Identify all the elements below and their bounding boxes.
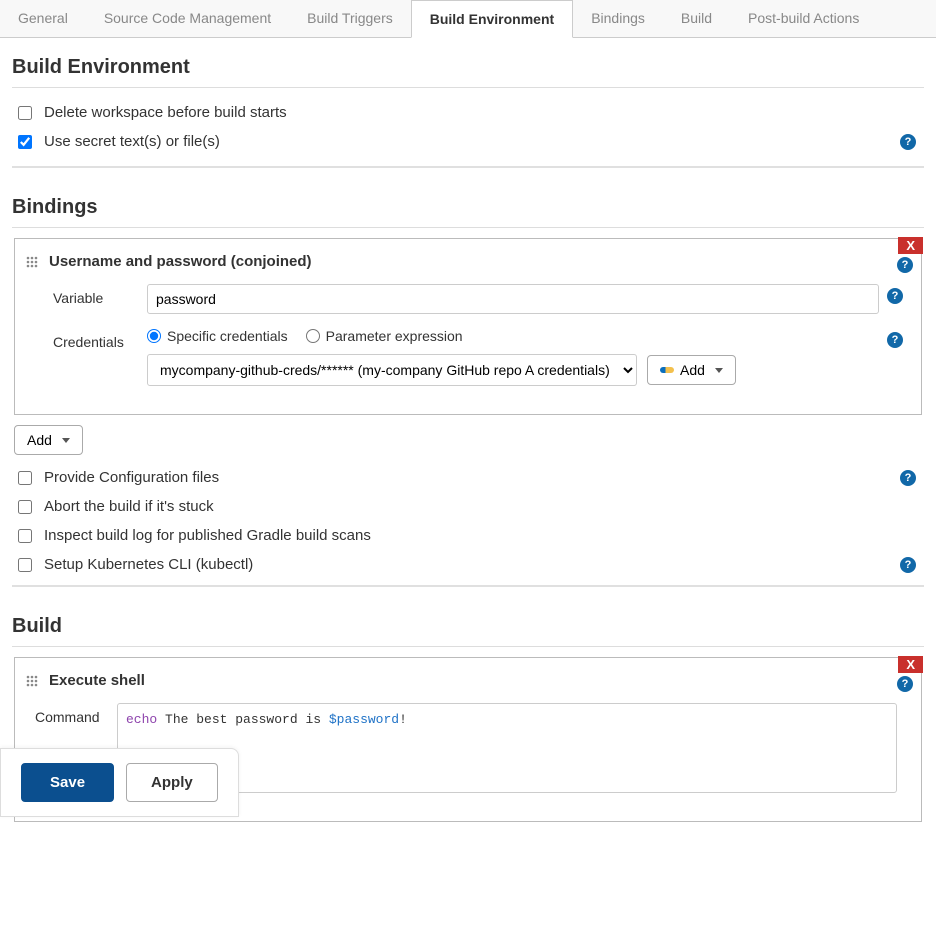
- help-icon[interactable]: ?: [897, 676, 913, 692]
- tab-general[interactable]: General: [0, 0, 86, 37]
- help-icon[interactable]: ?: [887, 332, 903, 348]
- help-icon[interactable]: ?: [900, 134, 916, 150]
- key-icon: [660, 367, 674, 373]
- section-title-bindings: Bindings: [12, 188, 924, 228]
- binding-block-title: Username and password (conjoined): [49, 253, 312, 270]
- section-title-build: Build: [12, 607, 924, 647]
- config-tabs: General Source Code Management Build Tri…: [0, 0, 936, 38]
- section-title-build-environment: Build Environment: [12, 48, 924, 88]
- checkbox-use-secret[interactable]: [18, 135, 32, 149]
- add-binding-button[interactable]: Add: [14, 425, 83, 455]
- label-inspect-gradle: Inspect build log for published Gradle b…: [44, 527, 371, 544]
- label-parameter-expression: Parameter expression: [326, 328, 463, 344]
- tab-build-environment[interactable]: Build Environment: [411, 0, 573, 38]
- tab-bindings[interactable]: Bindings: [573, 0, 663, 37]
- add-credentials-button[interactable]: Add: [647, 355, 736, 385]
- checkbox-kubectl[interactable]: [18, 558, 32, 572]
- radio-specific-credentials[interactable]: [147, 329, 161, 343]
- label-variable: Variable: [53, 284, 147, 306]
- label-abort-stuck: Abort the build if it's stuck: [44, 498, 214, 515]
- close-binding-button[interactable]: X: [898, 237, 923, 254]
- tab-scm[interactable]: Source Code Management: [86, 0, 289, 37]
- label-credentials: Credentials: [53, 328, 147, 350]
- label-specific-credentials: Specific credentials: [167, 328, 288, 344]
- footer-action-bar: Save Apply: [0, 748, 239, 817]
- radio-parameter-expression[interactable]: [306, 329, 320, 343]
- caret-down-icon: [715, 368, 723, 373]
- tab-postbuild[interactable]: Post-build Actions: [730, 0, 877, 37]
- help-icon[interactable]: ?: [887, 288, 903, 304]
- label-kubectl: Setup Kubernetes CLI (kubectl): [44, 556, 253, 573]
- input-variable[interactable]: [147, 284, 879, 314]
- checkbox-delete-workspace[interactable]: [18, 106, 32, 120]
- label-command: Command: [35, 703, 117, 725]
- select-credentials[interactable]: mycompany-github-creds/****** (my-compan…: [147, 354, 637, 386]
- drag-handle-icon[interactable]: [25, 255, 39, 269]
- checkbox-provide-config-files[interactable]: [18, 471, 32, 485]
- help-icon[interactable]: ?: [900, 470, 916, 486]
- save-button[interactable]: Save: [21, 763, 114, 802]
- label-delete-workspace: Delete workspace before build starts: [44, 104, 287, 121]
- help-icon[interactable]: ?: [897, 257, 913, 273]
- checkbox-abort-stuck[interactable]: [18, 500, 32, 514]
- build-block-title: Execute shell: [49, 672, 145, 689]
- drag-handle-icon[interactable]: [25, 674, 39, 688]
- checkbox-inspect-gradle[interactable]: [18, 529, 32, 543]
- caret-down-icon: [62, 438, 70, 443]
- help-icon[interactable]: ?: [900, 557, 916, 573]
- label-use-secret: Use secret text(s) or file(s): [44, 133, 220, 150]
- apply-button[interactable]: Apply: [126, 763, 218, 802]
- binding-block-username-password: X ? Username and password (conjoined) Va…: [14, 238, 922, 415]
- close-build-step-button[interactable]: X: [898, 656, 923, 673]
- label-provide-config-files: Provide Configuration files: [44, 469, 219, 486]
- tab-build[interactable]: Build: [663, 0, 730, 37]
- tab-build-triggers[interactable]: Build Triggers: [289, 0, 411, 37]
